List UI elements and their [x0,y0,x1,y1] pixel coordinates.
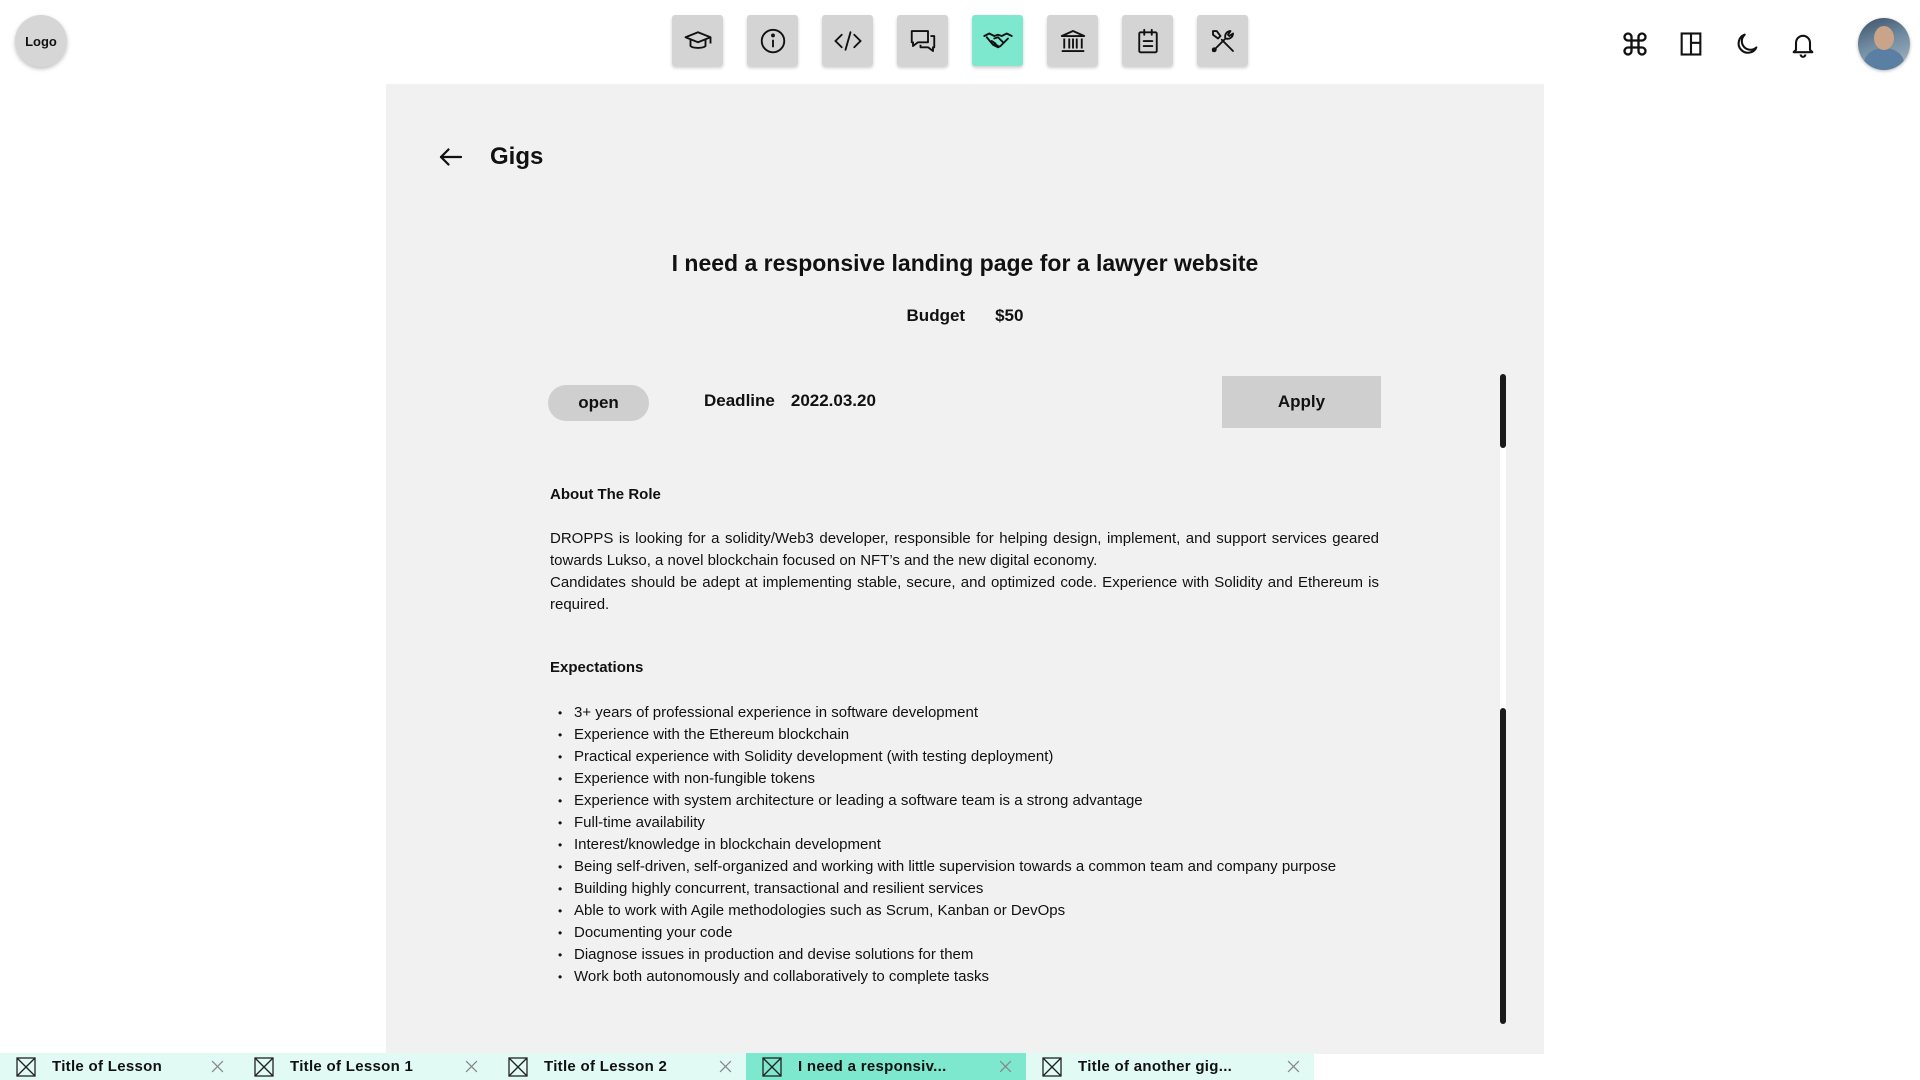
scrollbar-segment[interactable] [1500,374,1506,448]
nav-notes-button[interactable] [1122,15,1173,66]
avatar-body [1864,48,1904,70]
logo-text: Logo [25,33,57,49]
about-text: DROPPS is looking for a solidity/Web3 de… [550,528,1379,616]
image-placeholder-icon [16,1056,36,1077]
nav-code-button[interactable] [822,15,873,66]
deadline-label: Deadline [704,391,775,410]
close-icon[interactable] [465,1060,478,1073]
notepad-icon [1137,28,1158,53]
expectations-heading: Expectations [550,659,644,676]
list-item: Work both autonomously and collaborative… [550,966,1379,988]
open-tabs-bar: Title of Lesson Title of Lesson 1 Title … [0,1053,1314,1080]
layout-icon [1680,32,1702,56]
list-item: 3+ years of professional experience in s… [550,702,1379,724]
moon-icon [1737,33,1758,54]
tab-current-gig[interactable]: I need a responsiv... [746,1053,1026,1080]
notifications-button[interactable] [1788,29,1818,59]
graduation-cap-icon [684,30,711,49]
deadline: Deadline 2022.03.20 [704,391,876,411]
arrow-left-icon [439,148,463,166]
apply-button[interactable]: Apply [1222,376,1381,428]
list-item: Diagnose issues in production and devise… [550,944,1379,966]
app-root: Logo Gigs I need a responsive landing pa… [0,0,1920,1080]
close-icon[interactable] [999,1060,1012,1073]
tab-another-gig[interactable]: Title of another gig... [1026,1053,1314,1080]
bell-icon [1792,34,1814,58]
nav-bank-button[interactable] [1047,15,1098,66]
list-item: Documenting your code [550,922,1379,944]
close-icon[interactable] [211,1060,224,1073]
expectations-list: 3+ years of professional experience in s… [550,702,1379,988]
user-avatar[interactable] [1858,18,1910,70]
list-item: Interest/knowledge in blockchain develop… [550,834,1379,856]
tab-lesson-2[interactable]: Title of Lesson 2 [492,1053,746,1080]
scrollbar-thumb[interactable] [1500,708,1506,1024]
close-icon[interactable] [719,1060,732,1073]
about-heading: About The Role [550,486,661,503]
tab-label: Title of Lesson 2 [544,1058,668,1075]
nav-tools-button[interactable] [1197,15,1248,66]
tools-icon [1211,29,1234,52]
gig-title: I need a responsive landing page for a l… [671,250,1259,276]
command-button[interactable] [1620,29,1650,59]
header-right [1620,18,1910,70]
list-item: Experience with system architecture or l… [550,790,1379,812]
image-placeholder-icon [762,1056,782,1077]
list-item: Experience with the Ethereum blockchain [550,724,1379,746]
list-item: Able to work with Agile methodologies su… [550,900,1379,922]
command-icon [1623,32,1647,56]
chat-icon [910,29,935,52]
bank-icon [1060,29,1085,52]
list-item: Building highly concurrent, transactiona… [550,878,1379,900]
list-item: Experience with non-fungible tokens [550,768,1379,790]
tab-label: Title of another gig... [1078,1058,1233,1075]
nav-gigs-button[interactable] [972,15,1023,66]
image-placeholder-icon [508,1056,528,1077]
code-icon [833,30,862,51]
tab-label: Title of Lesson 1 [290,1058,414,1075]
tab-lesson[interactable]: Title of Lesson [0,1053,238,1080]
status-badge: open [548,385,649,421]
nav-courses-button[interactable] [672,15,723,66]
info-icon [760,28,785,53]
deadline-value: 2022.03.20 [790,391,876,410]
tab-label: I need a responsiv... [798,1058,947,1075]
logo[interactable]: Logo [15,15,67,67]
close-icon[interactable] [1287,1060,1300,1073]
avatar-head [1874,26,1894,50]
budget-label: Budget [906,306,966,325]
nav-info-button[interactable] [747,15,798,66]
layout-button[interactable] [1676,29,1706,59]
list-item: Full-time availability [550,812,1379,834]
nav-chat-button[interactable] [897,15,948,66]
page-title: Gigs [490,143,544,170]
tab-label: Title of Lesson [52,1058,163,1075]
image-placeholder-icon [254,1056,274,1077]
back-button[interactable] [436,142,466,172]
about-paragraph-2: Candidates should be adept at implementi… [550,574,1379,613]
theme-toggle[interactable] [1732,29,1762,59]
handshake-icon [982,32,1013,48]
list-item: Practical experience with Solidity devel… [550,746,1379,768]
gig-detail-panel: Gigs I need a responsive landing page fo… [386,84,1544,1054]
about-paragraph-1: DROPPS is looking for a solidity/Web3 de… [550,530,1379,569]
list-item: Being self-driven, self-organized and wo… [550,856,1379,878]
budget-value: $50 [995,306,1024,325]
image-placeholder-icon [1042,1056,1062,1077]
tab-lesson-1[interactable]: Title of Lesson 1 [238,1053,492,1080]
budget: Budget $50 [386,306,1544,326]
